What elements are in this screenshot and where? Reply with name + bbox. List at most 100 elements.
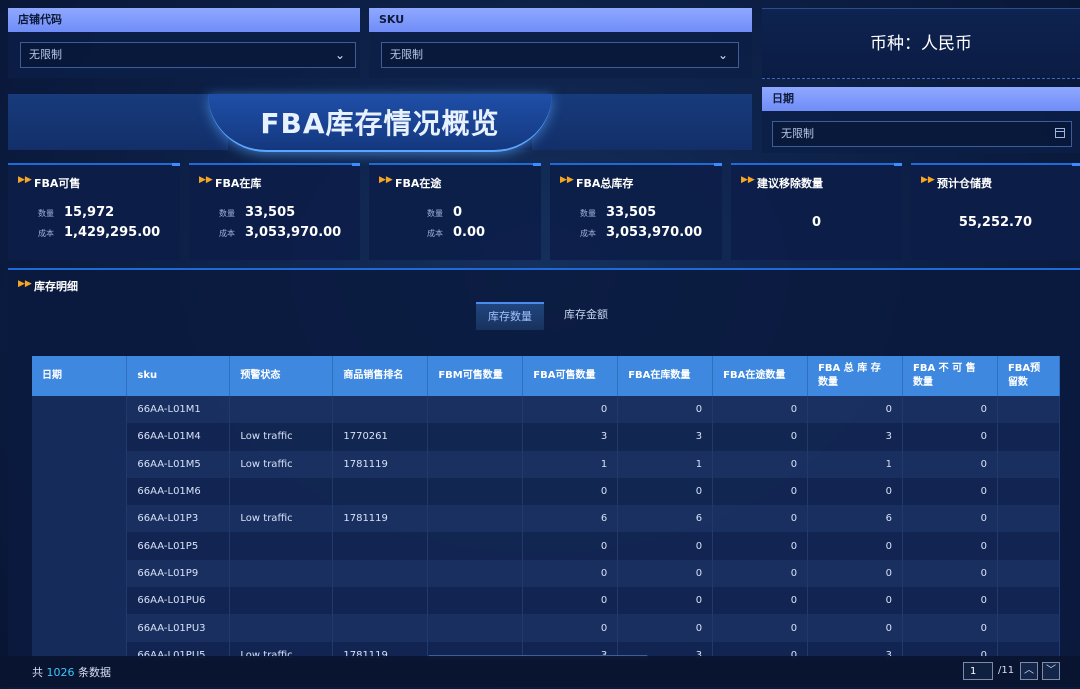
table-cell: 0 [902, 396, 998, 424]
table-cell: 0 [522, 477, 619, 506]
double-arrow-icon: ▶▶ [199, 175, 213, 185]
table-cell: Low traffic [229, 450, 334, 478]
count-total: 1026 [46, 666, 75, 679]
table-cell [32, 532, 128, 560]
table-body: 66AA-L01M1 0 0 0 0 0 66AA-L01M4 Low traffic 1770… [32, 396, 1060, 661]
count-prefix: 共 [32, 666, 43, 679]
table-cell: 0 [712, 450, 809, 478]
store-code-select[interactable]: 无限制 ⌄ [20, 42, 356, 68]
kpi-title: FBA在库 [215, 177, 262, 190]
column-header[interactable]: FBA在途数量 [712, 356, 809, 396]
table-cell: 66AA-L01P3 [126, 505, 231, 533]
table-cell: 0 [712, 423, 809, 451]
table-cell: 0 [902, 532, 998, 560]
table-cell [427, 423, 524, 451]
table-row[interactable]: 66AA-L01PU6 0 0 0 0 0 [32, 587, 1060, 615]
table-row[interactable]: 66AA-L01P3 Low traffic 1781119 6 6 0 6 0 [32, 505, 1060, 533]
table-row[interactable]: 66AA-L01M5 Low traffic 1781119 1 1 0 1 0 [32, 450, 1060, 478]
kpi-card-storage-fee: ▶▶ 预计仓储费 55,252.70 [911, 163, 1080, 260]
table-row[interactable]: 66AA-L01M4 Low traffic 1770261 3 3 0 3 0 [32, 423, 1060, 451]
table-cell: 0 [522, 587, 619, 615]
table-cell [32, 614, 128, 642]
table-cell [332, 396, 429, 424]
table-cell: 0 [712, 396, 809, 424]
qty-label: 数量 [38, 209, 54, 218]
sku-label: SKU [369, 8, 752, 32]
store-code-label: 店铺代码 [8, 8, 360, 32]
table-cell: 66AA-L01PU3 [126, 614, 231, 642]
cost-label: 成本 [38, 229, 54, 238]
date-label: 日期 [762, 87, 1080, 111]
table-cell: Low traffic [229, 505, 334, 533]
table-header-row: 日期 sku 预警状态 商品销售排名 FBM可售数量 FBA可售数量 FBA在库数量 FBA在… [32, 356, 1060, 396]
kpi-value: 55,252.70 [958, 215, 1033, 230]
table-cell: 0 [902, 614, 998, 642]
column-header[interactable]: FBA可售数量 [522, 356, 619, 396]
column-header[interactable]: sku [126, 356, 231, 396]
column-header[interactable]: FBA预留数 [997, 356, 1060, 396]
table-cell [997, 532, 1060, 560]
inventory-table: 日期 sku 预警状态 商品销售排名 FBM可售数量 FBA可售数量 FBA在库数量 FBA在… [32, 356, 1060, 661]
table-cell [229, 614, 334, 642]
page-total: /11 [998, 665, 1015, 676]
column-header[interactable]: FBA 总 库 存 数量 [807, 356, 903, 396]
table-row[interactable]: 66AA-L01P9 0 0 0 0 0 [32, 559, 1060, 588]
table-cell [332, 532, 429, 560]
table-cell: 0 [617, 559, 714, 588]
column-header[interactable]: FBA在库数量 [617, 356, 714, 396]
kpi-card-fba-instock: ▶▶ FBA在库 数量 33,505 成本 3,053,970.00 [189, 163, 360, 260]
table-row[interactable]: 66AA-L01PU3 0 0 0 0 0 [32, 614, 1060, 642]
table-cell: 0 [902, 559, 998, 588]
page-number-input[interactable]: 1 [963, 662, 993, 680]
column-header[interactable]: 日期 [32, 356, 128, 396]
kpi-cost: 3,053,970.00 [245, 225, 342, 240]
chevron-up-icon[interactable]: ︿ [1020, 662, 1038, 680]
column-header[interactable]: 预警状态 [229, 356, 334, 396]
column-header[interactable]: FBM可售数量 [427, 356, 524, 396]
table-cell [32, 423, 128, 451]
table-row[interactable]: 66AA-L01P5 0 0 0 0 0 [32, 532, 1060, 560]
table-cell [332, 614, 429, 642]
table-cell: 1 [807, 450, 903, 478]
kpi-value: 0 [811, 215, 822, 230]
table-cell [332, 587, 429, 615]
table-cell: 3 [617, 423, 714, 451]
table-cell [332, 559, 429, 588]
table-cell [997, 396, 1060, 424]
tab-inventory-amount[interactable]: 库存金额 [552, 302, 620, 328]
chevron-down-icon: ⌄ [334, 48, 345, 62]
column-header[interactable]: FBA 不 可 售 数量 [902, 356, 998, 396]
kpi-cost: 1,429,295.00 [64, 225, 161, 240]
chevron-down-icon[interactable]: ﹀ [1042, 662, 1060, 680]
date-value: 无限制 [781, 127, 814, 140]
table-cell: 0 [712, 614, 809, 642]
tab-inventory-qty[interactable]: 库存数量 [476, 302, 544, 330]
table-cell [427, 532, 524, 560]
table-cell: 1 [522, 450, 619, 478]
kpi-card-fba-sellable: ▶▶ FBA可售 数量 15,972 成本 1,429,295.00 [8, 163, 180, 260]
date-picker[interactable]: 无限制 [772, 121, 1072, 147]
table-cell: 66AA-L01M6 [126, 477, 231, 506]
inventory-detail-panel: ▶▶ 库存明细 库存数量 库存金额 日期 sku 预警状态 商品销售排名 FBM可售数量… [8, 268, 1080, 689]
table-row[interactable]: 66AA-L01M6 0 0 0 0 0 [32, 477, 1060, 506]
kpi-qty: 0 [453, 205, 463, 220]
kpi-qty: 33,505 [245, 205, 296, 220]
kpi-card-fba-inbound: ▶▶ FBA在途 数量 0 成本 0.00 [369, 163, 541, 260]
table-cell: 0 [617, 587, 714, 615]
pagination-bar: 共 1026 条数据 1 /11 ︿ ﹀ [0, 656, 1080, 687]
table-cell [997, 614, 1060, 642]
table-cell [997, 423, 1060, 451]
column-header[interactable]: 商品销售排名 [332, 356, 429, 396]
table-cell: 0 [807, 532, 903, 560]
table-cell: 66AA-L01P5 [126, 532, 231, 560]
table-row[interactable]: 66AA-L01M1 0 0 0 0 0 [32, 396, 1060, 424]
table-cell: 3 [807, 423, 903, 451]
cost-label: 成本 [219, 229, 235, 238]
table-cell: 0 [902, 450, 998, 478]
table-cell: 0 [617, 532, 714, 560]
sku-select[interactable]: 无限制 ⌄ [381, 42, 739, 68]
date-filter: 日期 无限制 [762, 87, 1080, 153]
qty-label: 数量 [580, 209, 596, 218]
table-cell: 0 [712, 587, 809, 615]
sku-filter: SKU 无限制 ⌄ [369, 8, 752, 78]
